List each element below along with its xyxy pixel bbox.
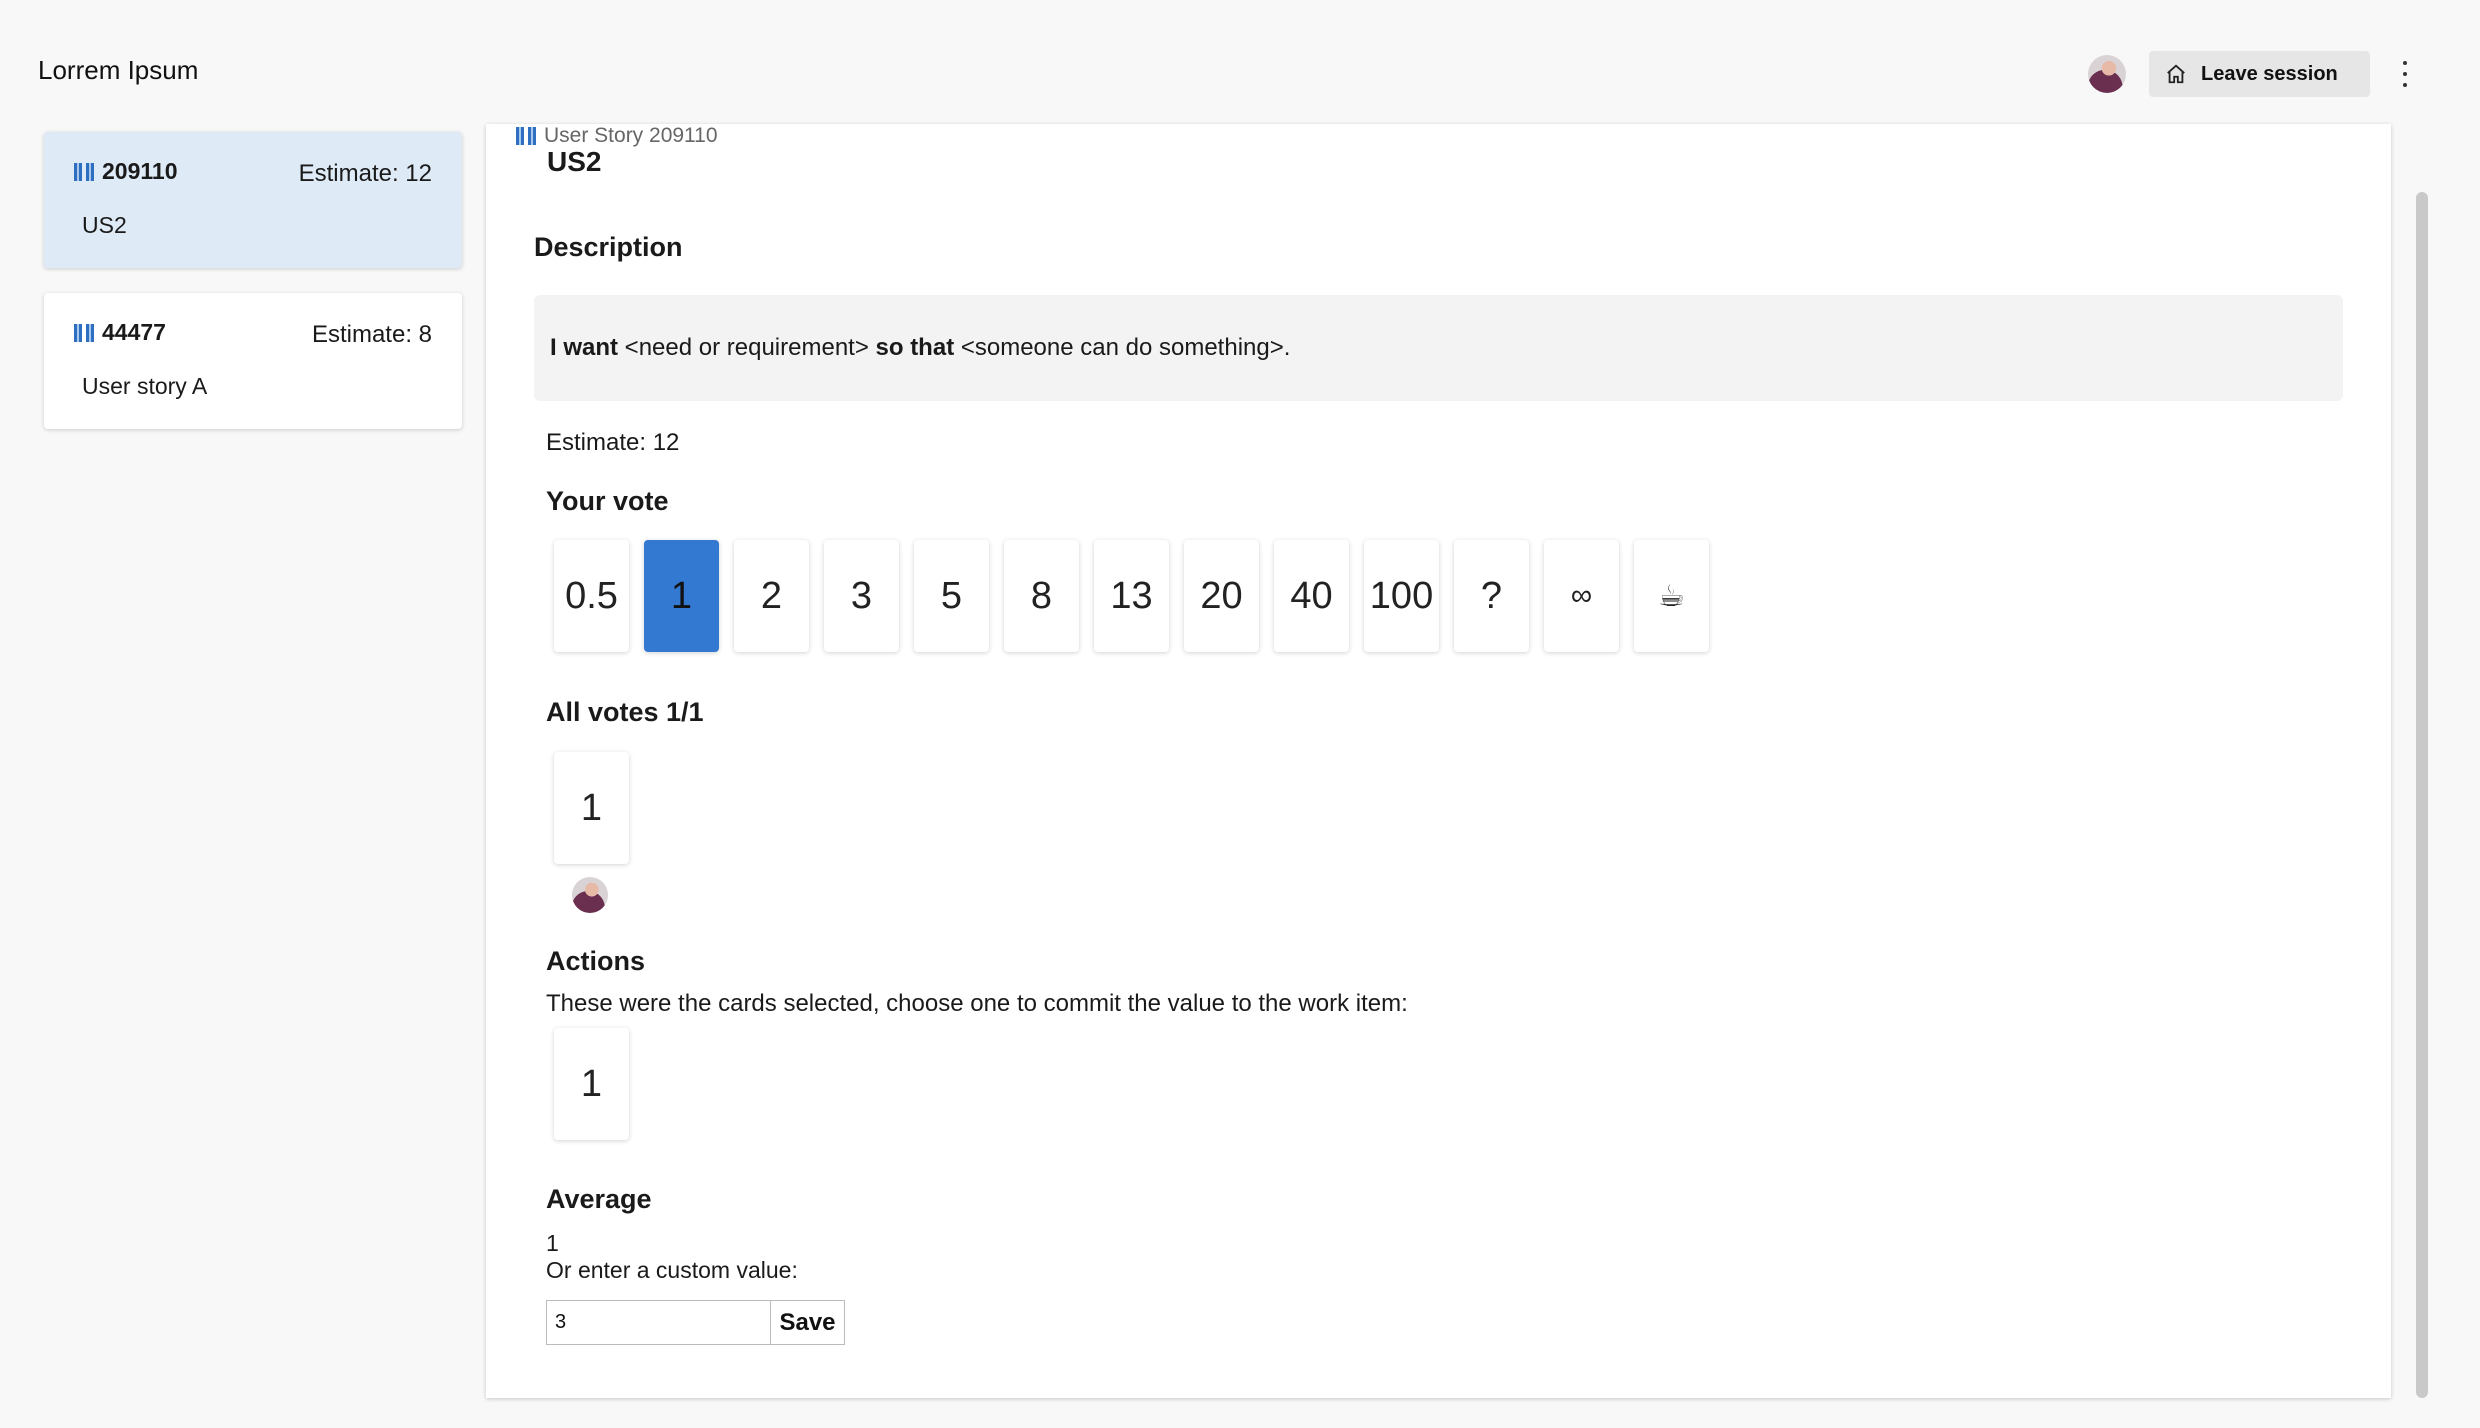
user-story-icon	[74, 162, 94, 181]
breadcrumb: User Story 209110	[516, 124, 718, 148]
story-name: US2	[547, 146, 602, 177]
more-options-icon[interactable]	[2398, 58, 2412, 90]
story-title: US2	[82, 212, 127, 238]
user-avatar[interactable]	[2088, 55, 2126, 93]
commit-card[interactable]: 1	[554, 1028, 629, 1140]
cast-vote-card: 1	[554, 752, 629, 864]
voter-avatar	[572, 877, 608, 913]
scrollbar[interactable]	[2416, 192, 2428, 1398]
story-estimate-value: Estimate: 12	[546, 429, 680, 456]
vote-card-infinity[interactable]: ∞	[1544, 540, 1619, 652]
vote-card[interactable]: 40	[1274, 540, 1349, 652]
vote-card[interactable]: 13	[1094, 540, 1169, 652]
story-detail-panel: User Story 209110 US2 Description I want…	[486, 124, 2391, 1398]
story-id-row: 209110	[74, 158, 177, 185]
story-card-44477[interactable]: 44477 Estimate: 8 User story A	[44, 293, 462, 429]
average-value: 1	[546, 1230, 559, 1256]
save-button[interactable]: Save	[771, 1300, 845, 1345]
story-card-209110[interactable]: 209110 Estimate: 12 US2	[44, 132, 462, 268]
top-bar: Lorrem Ipsum Leave session	[0, 0, 2480, 124]
description-bold-1: I want	[550, 334, 619, 361]
vote-cards: 0.5 1 2 3 5 8 13 20 40 100 ? ∞ ☕	[554, 540, 1709, 652]
user-story-icon	[74, 323, 94, 342]
story-title: User story A	[82, 373, 208, 399]
actions-heading: Actions	[546, 946, 646, 976]
story-estimate: Estimate: 12	[298, 160, 432, 187]
story-id-row: 44477	[74, 319, 166, 346]
custom-value-label: Or enter a custom value:	[546, 1257, 798, 1283]
description-box: I want <need or requirement> so that <so…	[534, 295, 2343, 401]
vote-card[interactable]: 8	[1004, 540, 1079, 652]
description-heading: Description	[534, 232, 683, 262]
vote-card-selected[interactable]: 1	[644, 540, 719, 652]
breadcrumb-label: User Story 209110	[544, 124, 718, 147]
leave-session-label: Leave session	[2201, 62, 2338, 85]
vote-card[interactable]: ?	[1454, 540, 1529, 652]
story-id: 209110	[102, 158, 178, 184]
average-heading: Average	[546, 1184, 652, 1214]
vote-card[interactable]: 0.5	[554, 540, 629, 652]
vote-card[interactable]: 5	[914, 540, 989, 652]
vote-card[interactable]: 20	[1184, 540, 1259, 652]
user-story-icon	[516, 127, 536, 145]
home-icon	[2167, 64, 2185, 84]
story-id: 44477	[102, 319, 166, 345]
description-text-1: <need or requirement>	[618, 334, 876, 361]
all-votes-heading: All votes 1/1	[546, 697, 704, 727]
vote-card[interactable]: 3	[824, 540, 899, 652]
vote-card-coffee[interactable]: ☕	[1634, 540, 1709, 652]
your-vote-heading: Your vote	[546, 486, 669, 516]
app-title: Lorrem Ipsum	[38, 55, 199, 85]
description-bold-2: so that	[875, 334, 955, 361]
vote-card[interactable]: 100	[1364, 540, 1439, 652]
actions-instructions: These were the cards selected, choose on…	[546, 990, 1408, 1017]
story-estimate: Estimate: 8	[311, 321, 432, 348]
description-text-2: <someone can do something>.	[954, 334, 1291, 361]
custom-value-input[interactable]	[546, 1300, 771, 1345]
leave-session-button[interactable]: Leave session	[2149, 51, 2370, 97]
vote-card[interactable]: 2	[734, 540, 809, 652]
